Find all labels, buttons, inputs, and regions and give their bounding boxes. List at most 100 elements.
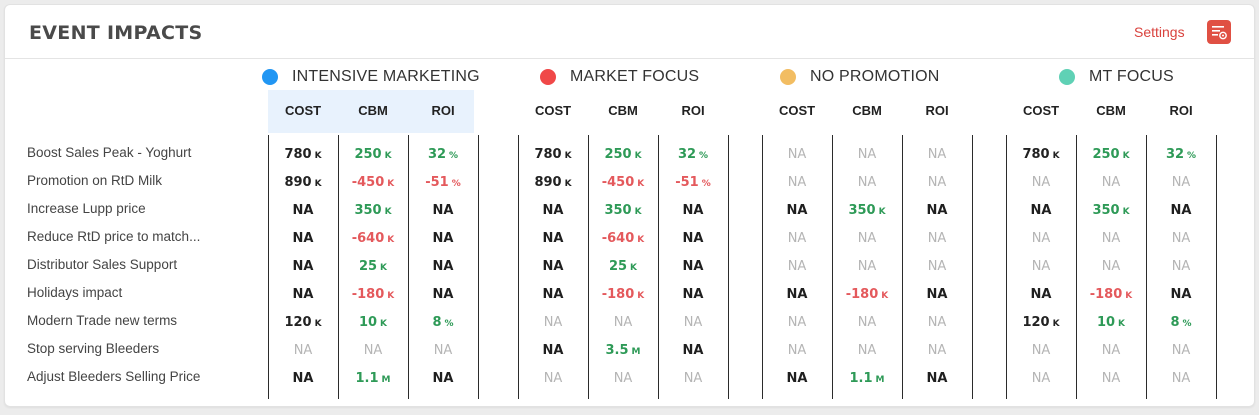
scenario-color-dot — [780, 69, 796, 85]
column-header-cost: COST — [284, 103, 322, 118]
cell-value: NA — [682, 203, 704, 218]
cell-value: NA — [857, 175, 877, 190]
impact-cell-cost: NA — [1006, 175, 1076, 190]
cell-value: 890 — [534, 175, 562, 190]
impact-cell-roi: NA — [902, 371, 972, 386]
cell-value: -180 — [601, 287, 635, 302]
cell-value: NA — [1101, 371, 1121, 386]
cell-value: NA — [927, 315, 947, 330]
cell-value: NA — [682, 343, 704, 358]
column-header-roi: ROI — [431, 103, 455, 118]
cell-value: NA — [1101, 231, 1121, 246]
cell-unit: K — [630, 263, 638, 273]
impact-cell-roi: NA — [408, 231, 478, 246]
event-impacts-card: EVENT IMPACTS Settings Boost Sales Peak … — [4, 4, 1255, 407]
impact-cell-roi: NA — [658, 343, 728, 358]
cell-value: NA — [1031, 231, 1051, 246]
cell-value: NA — [787, 259, 807, 274]
impact-cell-cost: NA — [762, 203, 832, 218]
cell-value: NA — [682, 259, 704, 274]
impact-cell-cbm: -180 K — [338, 287, 408, 302]
column-header-cbm: CBM — [608, 103, 638, 118]
cell-value: -51 — [675, 175, 699, 190]
cell-value: NA — [433, 343, 453, 358]
impact-cell-cost: 780 K — [1006, 147, 1076, 162]
impact-cell-cost: 120 K — [1006, 315, 1076, 330]
impact-cell-roi: NA — [658, 315, 728, 330]
column-header-cost: COST — [1022, 103, 1060, 118]
cell-value: NA — [432, 231, 454, 246]
cell-unit: % — [1187, 151, 1197, 161]
impact-cell-cost: 780 K — [268, 147, 338, 162]
event-label: Reduce RtD price to match... — [27, 229, 201, 244]
settings-button[interactable] — [1207, 20, 1231, 44]
cell-value: 350 — [1092, 203, 1120, 218]
cell-unit: K — [1122, 207, 1130, 217]
cell-unit: K — [387, 235, 395, 245]
event-label: Boost Sales Peak - Yoghurt — [27, 145, 192, 160]
scenario-header-market-focus[interactable]: MARKET FOCUS — [540, 67, 699, 87]
impact-cell-cost: NA — [268, 343, 338, 358]
impact-cell-cbm: NA — [588, 371, 658, 386]
cell-unit: K — [384, 151, 392, 161]
scenario-color-dot — [262, 69, 278, 85]
impact-cell-cbm: NA — [588, 315, 658, 330]
impact-cell-roi: NA — [408, 343, 478, 358]
impact-cell-cbm: NA — [1076, 259, 1146, 274]
cell-value: 780 — [284, 147, 312, 162]
scenario-header-no-promotion[interactable]: NO PROMOTION — [780, 67, 940, 87]
cell-value: NA — [927, 231, 947, 246]
impact-cell-cbm: NA — [832, 343, 902, 358]
scenario-name: MT FOCUS — [1089, 68, 1174, 85]
impact-cell-cost: NA — [518, 371, 588, 386]
settings-link[interactable]: Settings — [1134, 24, 1185, 40]
impact-cell-roi: NA — [408, 203, 478, 218]
impact-cell-cbm: -640 K — [588, 231, 658, 246]
column-header-cbm: CBM — [852, 103, 882, 118]
cell-value: NA — [787, 315, 807, 330]
impact-cell-cost: NA — [268, 287, 338, 302]
impact-cell-cost: NA — [762, 343, 832, 358]
cell-value: NA — [787, 175, 807, 190]
cell-value: NA — [292, 203, 314, 218]
cell-value: 780 — [534, 147, 562, 162]
cell-unit: K — [637, 179, 645, 189]
cell-value: -180 — [1089, 287, 1123, 302]
cell-value: NA — [857, 343, 877, 358]
impact-cell-roi: NA — [1146, 231, 1216, 246]
event-label: Holidays impact — [27, 285, 123, 300]
cell-value: 890 — [284, 175, 312, 190]
column-header-roi: ROI — [1169, 103, 1193, 118]
impact-cell-cost: NA — [518, 231, 588, 246]
cell-value: NA — [1171, 343, 1191, 358]
impact-cell-cost: NA — [1006, 259, 1076, 274]
impact-cell-cbm: 250 K — [588, 147, 658, 162]
cell-unit: K — [637, 291, 645, 301]
impact-cell-cost: NA — [762, 371, 832, 386]
cell-value: 250 — [1092, 147, 1120, 162]
scenario-color-dot — [1059, 69, 1075, 85]
impact-cell-cbm: 3.5 M — [588, 343, 658, 358]
impact-cell-roi: NA — [658, 259, 728, 274]
cell-value: -450 — [601, 175, 635, 190]
cell-value: NA — [1031, 371, 1051, 386]
cell-value: 3.5 — [605, 343, 629, 358]
cell-value: NA — [926, 371, 948, 386]
scenario-header-mt-focus[interactable]: MT FOCUS — [1059, 67, 1174, 87]
cell-value: NA — [1031, 175, 1051, 190]
scenario-name: MARKET FOCUS — [570, 68, 700, 85]
cell-unit: K — [387, 291, 395, 301]
cell-value: NA — [682, 287, 704, 302]
impact-cell-roi: NA — [1146, 259, 1216, 274]
cell-unit: K — [1052, 319, 1060, 329]
scenario-header-intensive-marketing[interactable]: INTENSIVE MARKETING — [262, 67, 480, 87]
cell-value: NA — [927, 259, 947, 274]
cell-unit: % — [699, 151, 709, 161]
cell-value: 1.1 — [849, 371, 873, 386]
cell-value: 32 — [1165, 147, 1185, 162]
column-header-roi: ROI — [681, 103, 705, 118]
impact-cell-cbm: NA — [832, 175, 902, 190]
impact-cell-roi: 8% — [1146, 315, 1216, 330]
impact-cell-roi: NA — [658, 287, 728, 302]
impact-cell-cost: NA — [518, 315, 588, 330]
